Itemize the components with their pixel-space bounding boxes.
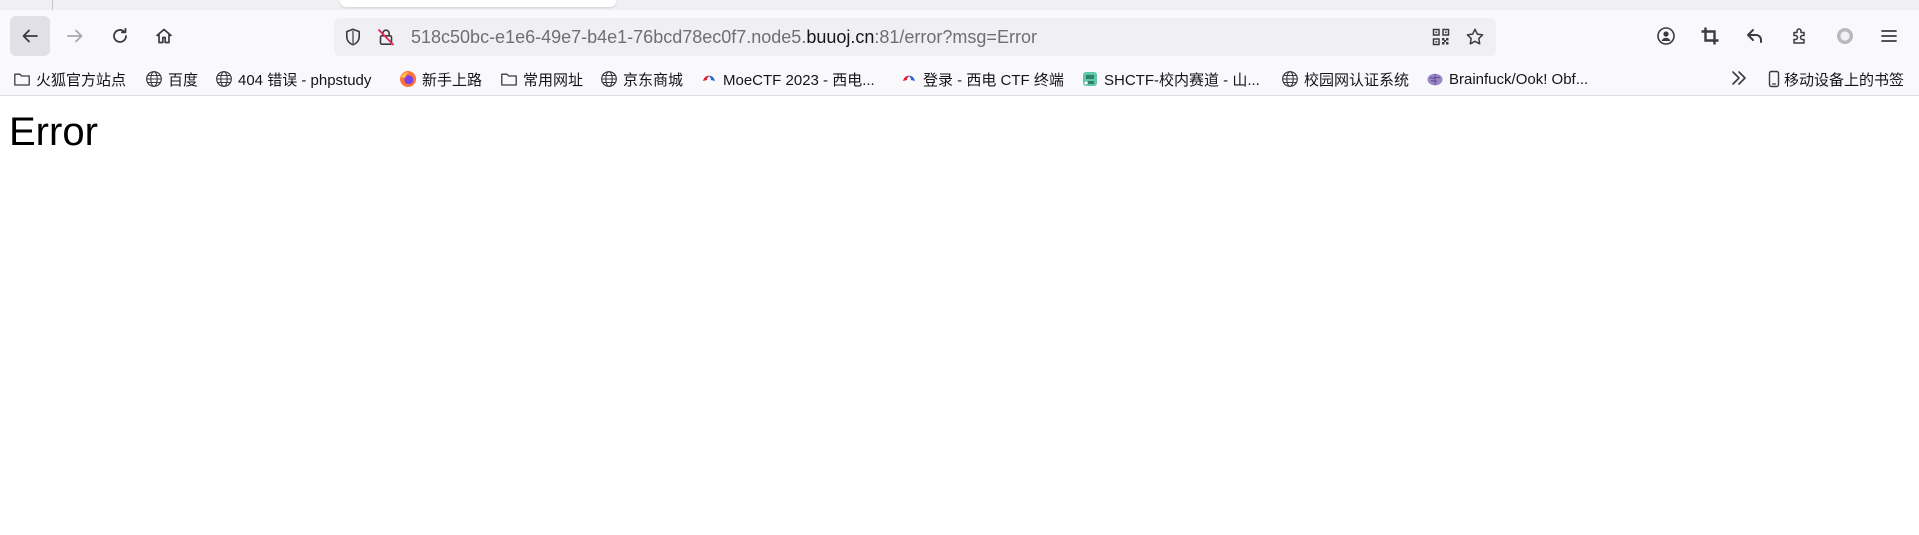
address-bar[interactable]: 518c50bc-e1e6-49e7-b4e1-76bcd78ec0f7.nod… bbox=[334, 18, 1496, 56]
undo-arrow-icon bbox=[1747, 29, 1762, 43]
url-suffix: :81/error?msg=Error bbox=[874, 27, 1037, 47]
navigation-toolbar: 518c50bc-e1e6-49e7-b4e1-76bcd78ec0f7.nod… bbox=[0, 10, 1919, 62]
bookmark-item[interactable]: SHCTF-校内赛道 - 山... bbox=[1081, 68, 1260, 90]
ctf-site-icon bbox=[900, 70, 918, 88]
bookmark-label: 404 错误 - phpstudy bbox=[238, 71, 372, 89]
extension-button[interactable] bbox=[1825, 16, 1865, 56]
bookmark-label: MoeCTF 2023 - 西电... bbox=[723, 71, 875, 89]
forward-button[interactable] bbox=[55, 16, 95, 56]
bookmark-star-icon[interactable] bbox=[1465, 27, 1485, 47]
bookmark-item[interactable]: 登录 - 西电 CTF 终端 bbox=[900, 68, 1064, 90]
page-heading: Error bbox=[9, 110, 98, 154]
extension-circle-icon bbox=[1837, 28, 1853, 44]
bookmark-label: 百度 bbox=[168, 71, 199, 89]
ctf-site-icon bbox=[700, 70, 718, 88]
tracking-shield-icon[interactable] bbox=[343, 27, 363, 47]
firefox-icon bbox=[399, 70, 417, 88]
bookmark-label: 火狐官方站点 bbox=[36, 71, 127, 89]
globe-icon bbox=[145, 70, 163, 88]
insecure-lock-icon[interactable] bbox=[376, 27, 396, 47]
extensions-button[interactable] bbox=[1780, 16, 1820, 56]
url-prefix: 518c50bc-e1e6-49e7-b4e1-76bcd78ec0f7.nod… bbox=[411, 27, 807, 47]
bookmark-label: 常用网址 bbox=[523, 71, 584, 89]
bookmark-item[interactable]: 常用网址 bbox=[500, 68, 583, 90]
bookmark-item[interactable]: 新手上路 bbox=[399, 68, 482, 90]
bookmark-label: 校园网认证系统 bbox=[1304, 71, 1410, 89]
more-bookmarks-button[interactable] bbox=[1729, 67, 1749, 89]
account-icon bbox=[1657, 27, 1675, 45]
active-tab[interactable] bbox=[340, 0, 616, 7]
url-text[interactable]: 518c50bc-e1e6-49e7-b4e1-76bcd78ec0f7.nod… bbox=[411, 27, 1037, 47]
puzzle-icon bbox=[1793, 28, 1805, 44]
bookmark-item[interactable]: 校园网认证系统 bbox=[1281, 68, 1409, 90]
globe-icon bbox=[1281, 70, 1299, 88]
bookmarks-toolbar: 火狐官方站点 百度 404 错误 - phpstudy 新手上路 常用网址 京东… bbox=[0, 62, 1919, 96]
screenshot-button[interactable] bbox=[1690, 16, 1730, 56]
bookmark-item[interactable]: 百度 bbox=[145, 68, 198, 90]
bookmark-label: 新手上路 bbox=[422, 71, 483, 89]
bookmark-label: SHCTF-校内赛道 - 山... bbox=[1104, 71, 1260, 89]
mobile-device-icon bbox=[1765, 70, 1783, 88]
bookmark-label: 登录 - 西电 CTF 终端 bbox=[923, 71, 1064, 89]
double-chevron-right-icon bbox=[1732, 71, 1746, 85]
forward-arrow-icon bbox=[67, 29, 83, 43]
reload-icon bbox=[113, 27, 127, 43]
qr-code-icon[interactable] bbox=[1431, 27, 1451, 47]
bookmark-item[interactable]: 京东商城 bbox=[600, 68, 683, 90]
undo-button[interactable] bbox=[1735, 16, 1775, 56]
back-arrow-icon bbox=[22, 29, 38, 43]
page-content: Error bbox=[0, 96, 1919, 535]
crop-icon bbox=[1701, 27, 1719, 45]
account-button[interactable] bbox=[1646, 16, 1686, 56]
home-button[interactable] bbox=[144, 16, 184, 56]
bookmark-item[interactable]: 404 错误 - phpstudy bbox=[215, 68, 371, 90]
app-menu-button[interactable] bbox=[1869, 16, 1909, 56]
bookmark-item[interactable]: Brainfuck/Ook! Obf... bbox=[1426, 68, 1588, 90]
globe-icon bbox=[600, 70, 618, 88]
shctf-icon bbox=[1081, 70, 1099, 88]
url-domain: buuoj.cn bbox=[806, 27, 875, 47]
reload-button[interactable] bbox=[100, 16, 140, 56]
bookmark-item[interactable]: MoeCTF 2023 - 西电... bbox=[700, 68, 875, 90]
globe-icon bbox=[215, 70, 233, 88]
bookmark-item[interactable]: 火狐官方站点 bbox=[13, 68, 126, 90]
folder-icon bbox=[500, 70, 518, 88]
home-icon bbox=[156, 28, 172, 44]
hamburger-menu-icon bbox=[1881, 30, 1897, 42]
mobile-bookmarks-label: 移动设备上的书签 bbox=[1784, 71, 1905, 89]
brain-icon bbox=[1426, 70, 1444, 88]
folder-icon bbox=[13, 70, 31, 88]
bookmark-label: 京东商城 bbox=[623, 71, 684, 89]
tab-divider bbox=[52, 0, 53, 10]
back-button[interactable] bbox=[10, 16, 50, 56]
mobile-bookmarks[interactable]: 移动设备上的书签 bbox=[1765, 68, 1904, 90]
bookmark-label: Brainfuck/Ook! Obf... bbox=[1449, 70, 1589, 88]
tab-strip bbox=[0, 0, 1919, 10]
